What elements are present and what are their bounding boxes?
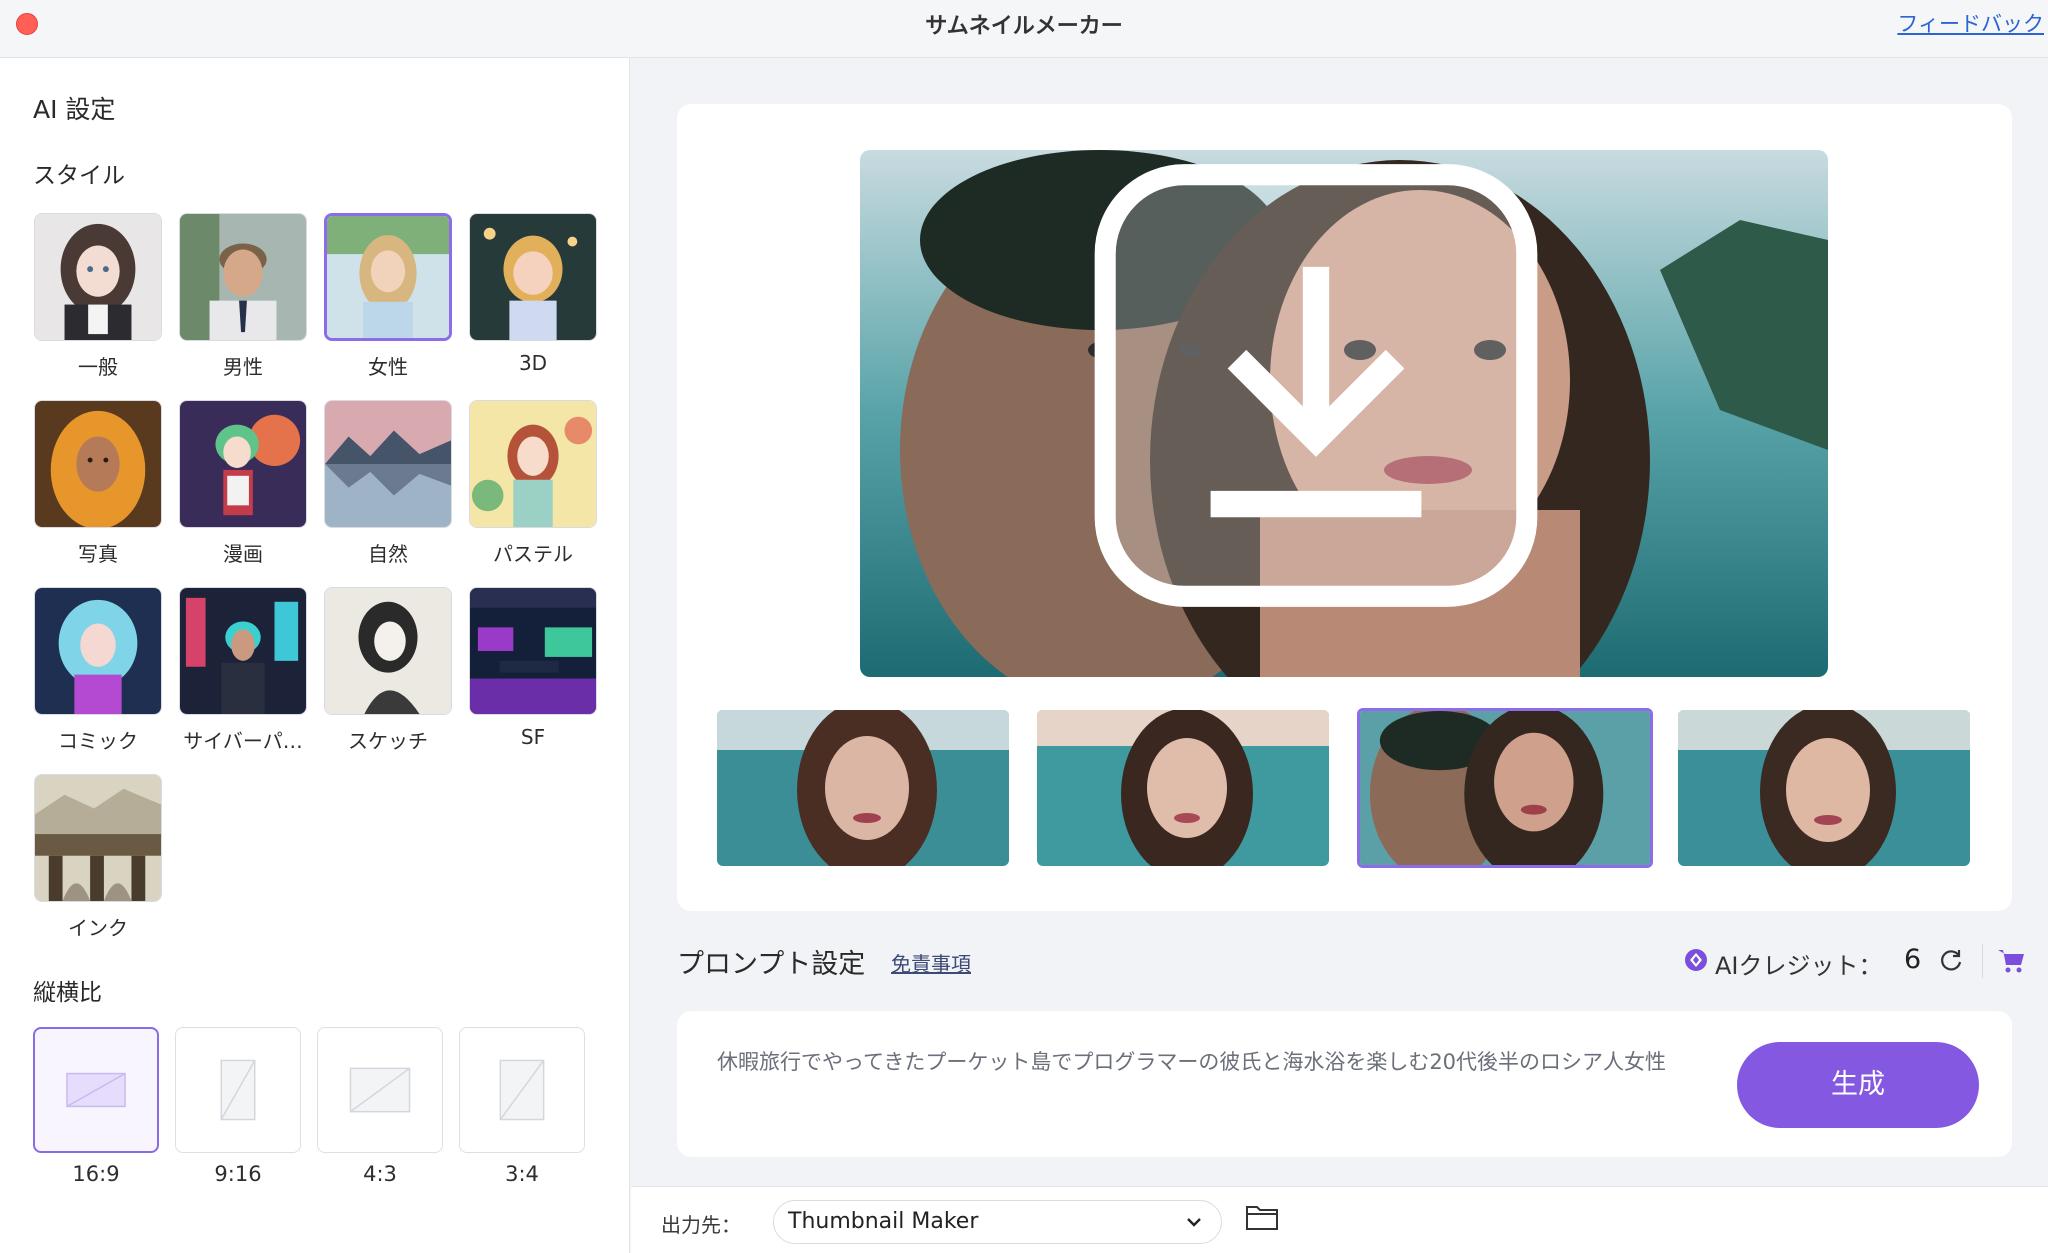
output-folder-value: Thumbnail Maker [788, 1209, 979, 1234]
folder-icon[interactable] [1245, 1202, 1279, 1232]
ratio-3-4-icon [499, 1059, 545, 1121]
comic-character-icon [34, 587, 162, 715]
style-option-3d[interactable]: 3D [469, 213, 597, 375]
style-option-nature[interactable]: 自然 [324, 400, 452, 567]
woman-in-sea-icon [1037, 710, 1329, 866]
style-label: スケッチ [348, 729, 428, 753]
output-label: 出力先： [661, 1213, 741, 1237]
style-label: 3D [518, 351, 548, 375]
ratio-label: 4:3 [363, 1162, 397, 1186]
refresh-icon[interactable] [1937, 946, 1965, 974]
style-label: 漫画 [223, 542, 263, 566]
woman-in-sea-icon [717, 710, 1009, 866]
aspect-ratio-4-3[interactable] [317, 1027, 443, 1153]
ai-credit-value: 6 [1904, 944, 1922, 975]
pastel-character-icon [469, 400, 597, 528]
ratio-label: 16:9 [72, 1162, 120, 1186]
style-option-comic[interactable]: コミック [34, 587, 162, 754]
couple-in-sea-icon [1360, 711, 1650, 865]
woman-portrait-icon [324, 213, 452, 341]
style-option-sketch[interactable]: スケッチ [324, 587, 452, 754]
prompt-input[interactable]: 休暇旅行でやってきたプーケット島でプログラマーの彼氏と海水浴を楽しむ20代後半の… [717, 1045, 1737, 1079]
style-label: サイバーパ… [183, 729, 303, 753]
prompt-settings-heading: プロンプト設定 [677, 949, 866, 980]
ratio-4-3-icon [349, 1067, 411, 1113]
result-thumbnail-2[interactable] [1037, 710, 1329, 866]
ratio-9-16-icon [220, 1059, 256, 1121]
style-label: SF [520, 725, 546, 749]
ai-credit-label: AIクレジット： [1715, 952, 1883, 980]
ratio-label: 9:16 [214, 1162, 262, 1186]
cyberpunk-character-icon [179, 587, 307, 715]
ink-landscape-icon [34, 774, 162, 902]
prompt-card: 休暇旅行でやってきたプーケット島でプログラマーの彼氏と海水浴を楽しむ20代後半の… [677, 1011, 2012, 1157]
woman-in-sea-icon [1678, 710, 1970, 866]
main-preview-image [860, 150, 1828, 677]
output-bar: 出力先： Thumbnail Maker [631, 1186, 2048, 1253]
style-option-manga[interactable]: 漫画 [179, 400, 307, 567]
aspect-ratio-9-16[interactable] [175, 1027, 301, 1153]
style-option-ink[interactable]: インク [34, 774, 162, 941]
ai-credit-icon [1685, 949, 1707, 971]
ai-settings-panel: AI 設定 スタイル 一般 男性 女性 3D 写真 漫画 自然 パステル コミッ… [0, 58, 630, 1253]
anime-girl-portrait-icon [34, 213, 162, 341]
manga-character-icon [179, 400, 307, 528]
mountain-lake-icon [324, 400, 452, 528]
result-thumbnail-3[interactable] [1357, 708, 1653, 868]
result-thumbnail-1[interactable] [717, 710, 1009, 866]
style-option-female[interactable]: 女性 [324, 213, 452, 380]
chevron-down-icon [1187, 1218, 1201, 1227]
preview-card [677, 104, 2012, 911]
style-option-sf[interactable]: SF [469, 587, 597, 749]
style-label: コミック [58, 729, 138, 753]
cart-icon[interactable] [1995, 944, 2027, 976]
download-icon[interactable] [860, 150, 1800, 649]
style-option-photo[interactable]: 写真 [34, 400, 162, 567]
3d-character-icon [469, 213, 597, 341]
sketch-portrait-icon [324, 587, 452, 715]
aspect-ratio-16-9[interactable] [33, 1027, 159, 1153]
aspect-ratio-3-4[interactable] [459, 1027, 585, 1153]
disclaimer-link[interactable]: 免責事項 [891, 948, 971, 977]
style-label: 女性 [368, 355, 408, 379]
ai-settings-heading: AI 設定 [33, 95, 116, 124]
style-label: 一般 [78, 355, 118, 379]
style-label: 自然 [368, 542, 408, 566]
style-label: パステル [493, 542, 573, 566]
divider [1982, 944, 1983, 978]
style-label: 男性 [223, 355, 263, 379]
style-label: インク [68, 916, 128, 940]
feedback-link[interactable]: フィードバック [1897, 8, 2044, 38]
style-option-general[interactable]: 一般 [34, 213, 162, 380]
generate-button[interactable]: 生成 [1737, 1042, 1979, 1128]
style-option-pastel[interactable]: パステル [469, 400, 597, 567]
output-folder-select[interactable]: Thumbnail Maker [773, 1200, 1222, 1244]
man-portrait-icon [179, 213, 307, 341]
aspect-ratio-heading: 縦横比 [33, 980, 102, 1006]
title-bar: サムネイルメーカー フィードバック [0, 0, 2048, 58]
app-title: サムネイルメーカー [925, 14, 1123, 39]
scifi-interior-icon [469, 587, 597, 715]
style-option-cyberpunk[interactable]: サイバーパ… [179, 587, 307, 754]
style-label: 写真 [78, 542, 118, 566]
ratio-label: 3:4 [505, 1162, 539, 1186]
result-thumbnail-4[interactable] [1678, 710, 1970, 866]
photo-portrait-icon [34, 400, 162, 528]
ratio-16-9-icon [66, 1072, 126, 1108]
style-heading: スタイル [33, 163, 125, 189]
style-option-male[interactable]: 男性 [179, 213, 307, 380]
